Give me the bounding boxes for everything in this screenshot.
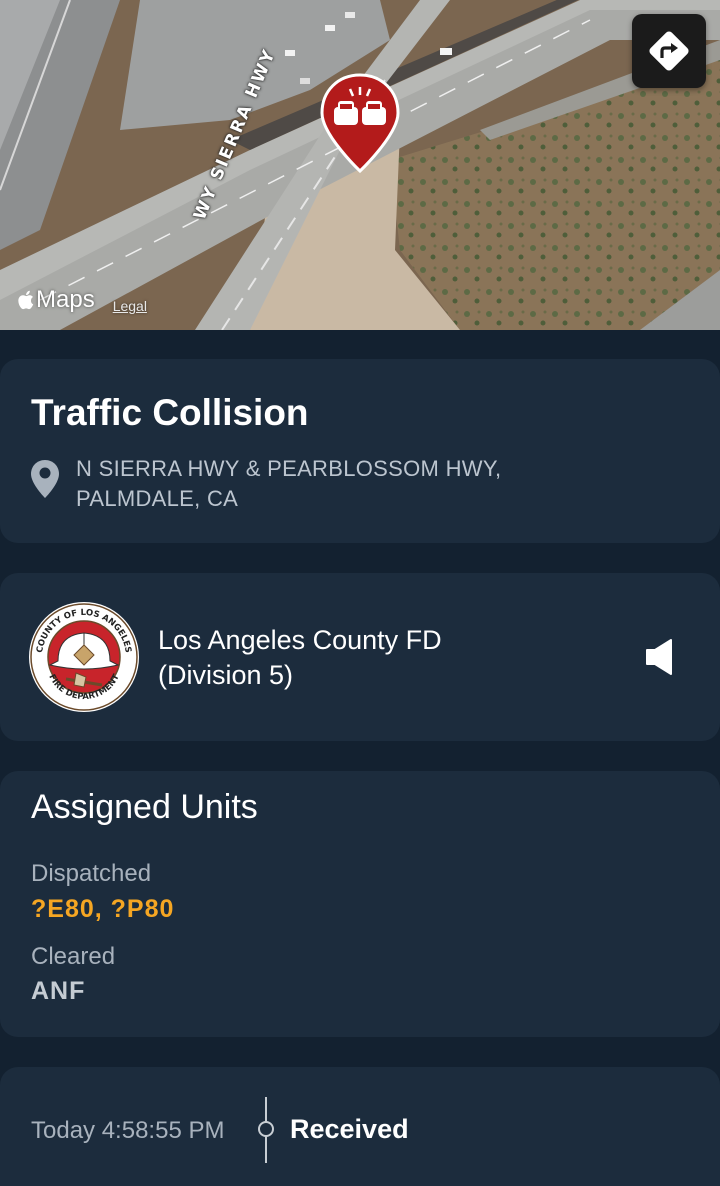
timeline-node-icon — [258, 1121, 274, 1137]
dispatched-label: Dispatched — [31, 860, 152, 887]
legal-link[interactable]: Legal — [113, 298, 147, 314]
dispatched-units: ?E80, ?P80 — [31, 895, 175, 923]
cleared-label: Cleared — [31, 943, 116, 970]
agency-name-line-2: (Division 5) — [158, 660, 294, 690]
maps-brand: Maps — [18, 286, 95, 314]
map-view[interactable]: WY SIERRA HWY Maps Legal — [0, 0, 720, 330]
address-line-2: PALMDALE, CA — [76, 486, 239, 511]
directions-arrow-icon — [649, 31, 689, 71]
assigned-units-title: Assigned Units — [31, 788, 258, 826]
directions-button[interactable] — [632, 14, 706, 88]
timeline-timestamp: Today 4:58:55 PM — [31, 1117, 225, 1144]
timeline-status: Received — [290, 1114, 409, 1144]
assigned-units-card: Assigned Units Dispatched ?E80, ?P80 Cle… — [0, 771, 720, 1037]
lacofd-seal-logo: COUNTY OF LOS ANGELES FIRE DEPARTMENT — [29, 602, 139, 712]
car-collision-icon[interactable] — [318, 73, 402, 173]
speaker-icon[interactable] — [645, 638, 675, 676]
cleared-units: ANF — [31, 977, 86, 1005]
incident-card[interactable]: Traffic Collision N SIERRA HWY & PEARBLO… — [0, 359, 720, 543]
timeline-card: Today 4:58:55 PM Received — [0, 1067, 720, 1186]
incident-address[interactable]: N SIERRA HWY & PEARBLOSSOM HWY, PALMDALE… — [76, 454, 501, 514]
incident-title: Traffic Collision — [31, 392, 309, 433]
location-pin-icon — [31, 460, 59, 498]
address-line-1: N SIERRA HWY & PEARBLOSSOM HWY, — [76, 456, 502, 481]
agency-name: Los Angeles County FD (Division 5) — [158, 623, 442, 693]
maps-attribution: Maps Legal — [18, 286, 147, 314]
apple-logo-icon — [18, 290, 34, 310]
agency-name-line-1: Los Angeles County FD — [158, 625, 442, 655]
agency-card[interactable]: COUNTY OF LOS ANGELES FIRE DEPARTMENT Lo… — [0, 573, 720, 741]
